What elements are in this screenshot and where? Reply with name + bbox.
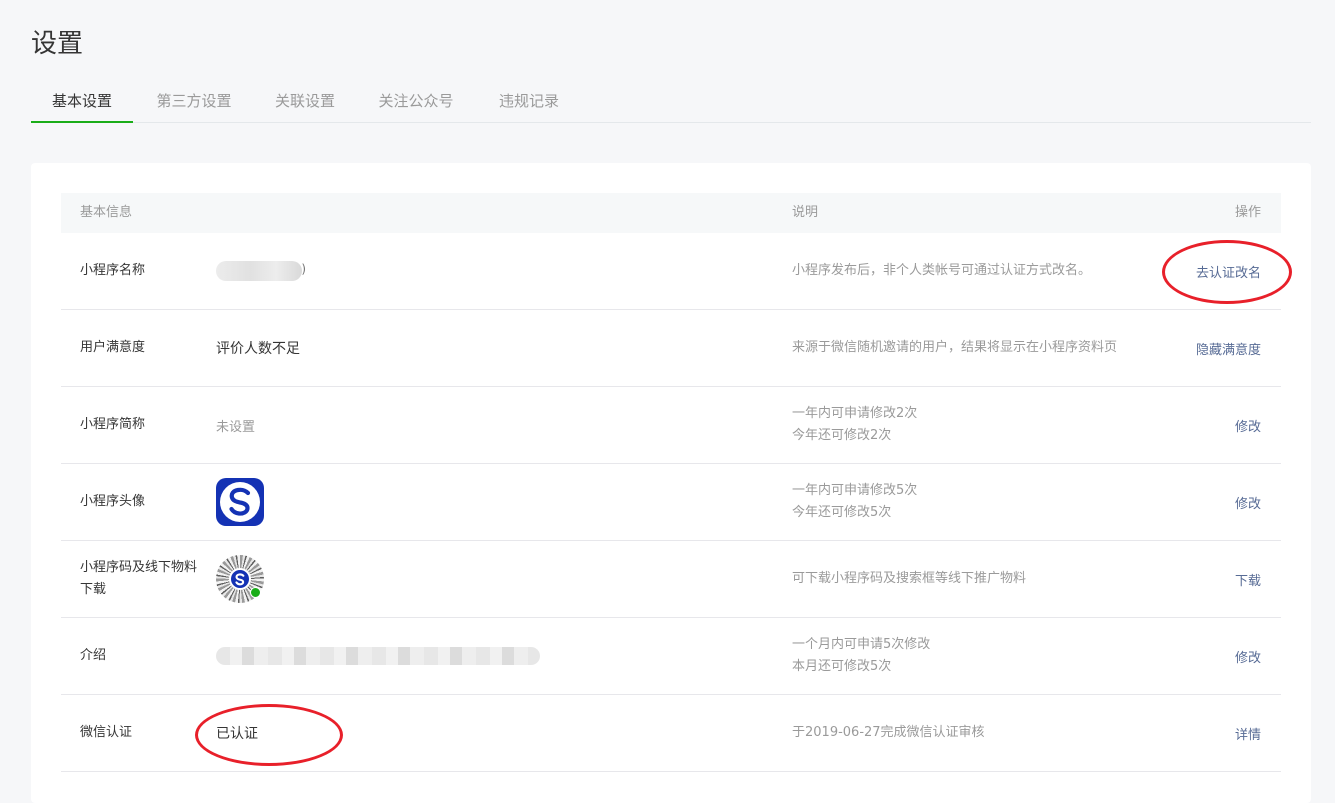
- tab-violation-records[interactable]: 违规记录: [491, 83, 567, 121]
- row-description: 一年内可申请修改5次 今年还可修改5次: [792, 464, 1162, 540]
- description-line: 本月还可修改5次: [792, 659, 892, 674]
- row-description: 可下载小程序码及搜索框等线下推广物料: [792, 541, 1162, 617]
- modify-avatar-link[interactable]: 修改: [1235, 464, 1261, 540]
- header-description: 说明: [792, 205, 819, 220]
- intro-value: [216, 618, 540, 694]
- download-link[interactable]: 下载: [1235, 541, 1261, 617]
- blurred-name: [216, 261, 306, 281]
- table-row: 微信认证 已认证 于2019-06-27完成微信认证审核 详情: [61, 695, 1281, 772]
- row-description: 于2019-06-27完成微信认证审核: [792, 695, 1162, 771]
- description-line: 今年还可修改2次: [792, 428, 892, 443]
- description-line: 可下载小程序码及搜索框等线下推广物料: [792, 571, 1027, 586]
- tab-basic-settings[interactable]: 基本设置: [31, 83, 133, 123]
- row-label: 小程序码及线下物料下载: [80, 560, 198, 597]
- hide-satisfaction-link[interactable]: 隐藏满意度: [1196, 310, 1261, 386]
- qrcode-cell: [216, 541, 264, 617]
- verification-status: 已认证: [216, 726, 258, 742]
- description-line: 今年还可修改5次: [792, 505, 892, 520]
- table-row: 小程序简称 未设置 一年内可申请修改2次 今年还可修改2次 修改: [61, 387, 1281, 464]
- table-header: 基本信息 说明 操作: [61, 193, 1281, 233]
- avatar-cell: [216, 464, 264, 540]
- table-row: 用户满意度 评价人数不足 来源于微信随机邀请的用户，结果将显示在小程序资料页 隐…: [61, 310, 1281, 387]
- table-row: 小程序头像 一年内可申请修改5次 今年还可修改5次 修改: [61, 464, 1281, 541]
- settings-card: 基本信息 说明 操作 小程序名称 小程序发布后，非个人类帐号可通过认证方式改名。…: [31, 163, 1311, 803]
- description-line: 一个月内可申请5次修改: [792, 637, 931, 652]
- row-description: 一个月内可申请5次修改 本月还可修改5次: [792, 618, 1162, 694]
- avatar: [216, 478, 264, 526]
- description-line: 来源于微信随机邀请的用户，结果将显示在小程序资料页: [792, 340, 1118, 355]
- qrcode-logo-icon: [229, 568, 251, 590]
- row-label: 微信认证: [80, 725, 133, 740]
- modify-short-name-link[interactable]: 修改: [1235, 387, 1261, 463]
- verified-check-icon: [250, 587, 261, 598]
- certify-rename-link[interactable]: 去认证改名: [1196, 233, 1261, 309]
- mini-program-code-icon: [216, 555, 264, 603]
- short-name-value: 未设置: [216, 419, 256, 435]
- description-line: 小程序发布后，非个人类帐号可通过认证方式改名。: [792, 263, 1092, 278]
- page-title: 设置: [31, 29, 84, 59]
- description-line: 于2019-06-27完成微信认证审核: [792, 725, 985, 740]
- description-line: 一年内可申请修改2次: [792, 406, 918, 421]
- tab-third-party-settings[interactable]: 第三方设置: [143, 83, 245, 121]
- tab-follow-official-account[interactable]: 关注公众号: [371, 83, 461, 121]
- description-line: 一年内可申请修改5次: [792, 483, 918, 498]
- row-description: 一年内可申请修改2次 今年还可修改2次: [792, 387, 1162, 463]
- table-row: 小程序码及线下物料下载 可下载小程序码及搜索框等线下推广物料 下载: [61, 541, 1281, 618]
- modify-intro-link[interactable]: 修改: [1235, 618, 1261, 694]
- row-label: 小程序名称: [80, 263, 146, 278]
- row-description: 小程序发布后，非个人类帐号可通过认证方式改名。: [792, 233, 1162, 309]
- blurred-intro: [216, 647, 540, 665]
- row-label: 小程序头像: [80, 494, 146, 509]
- verification-details-link[interactable]: 详情: [1235, 695, 1261, 771]
- tab-bar: 基本设置 第三方设置 关联设置 关注公众号 违规记录: [31, 83, 1311, 123]
- header-basic-info: 基本信息: [80, 205, 133, 220]
- row-label: 小程序简称: [80, 417, 146, 432]
- header-operation: 操作: [1234, 205, 1261, 220]
- table-row: 小程序名称 小程序发布后，非个人类帐号可通过认证方式改名。 去认证改名: [61, 233, 1281, 310]
- tab-related-settings[interactable]: 关联设置: [267, 83, 343, 121]
- row-description: 来源于微信随机邀请的用户，结果将显示在小程序资料页: [792, 310, 1162, 386]
- row-label: 介绍: [80, 648, 107, 663]
- table-row: 介绍 一个月内可申请5次修改 本月还可修改5次 修改: [61, 618, 1281, 695]
- row-label: 用户满意度: [80, 340, 146, 355]
- name-value: [216, 233, 306, 309]
- satisfaction-value: 评价人数不足: [216, 341, 300, 357]
- avatar-logo-icon: [220, 482, 260, 522]
- basic-info-table: 基本信息 说明 操作 小程序名称 小程序发布后，非个人类帐号可通过认证方式改名。…: [61, 193, 1281, 772]
